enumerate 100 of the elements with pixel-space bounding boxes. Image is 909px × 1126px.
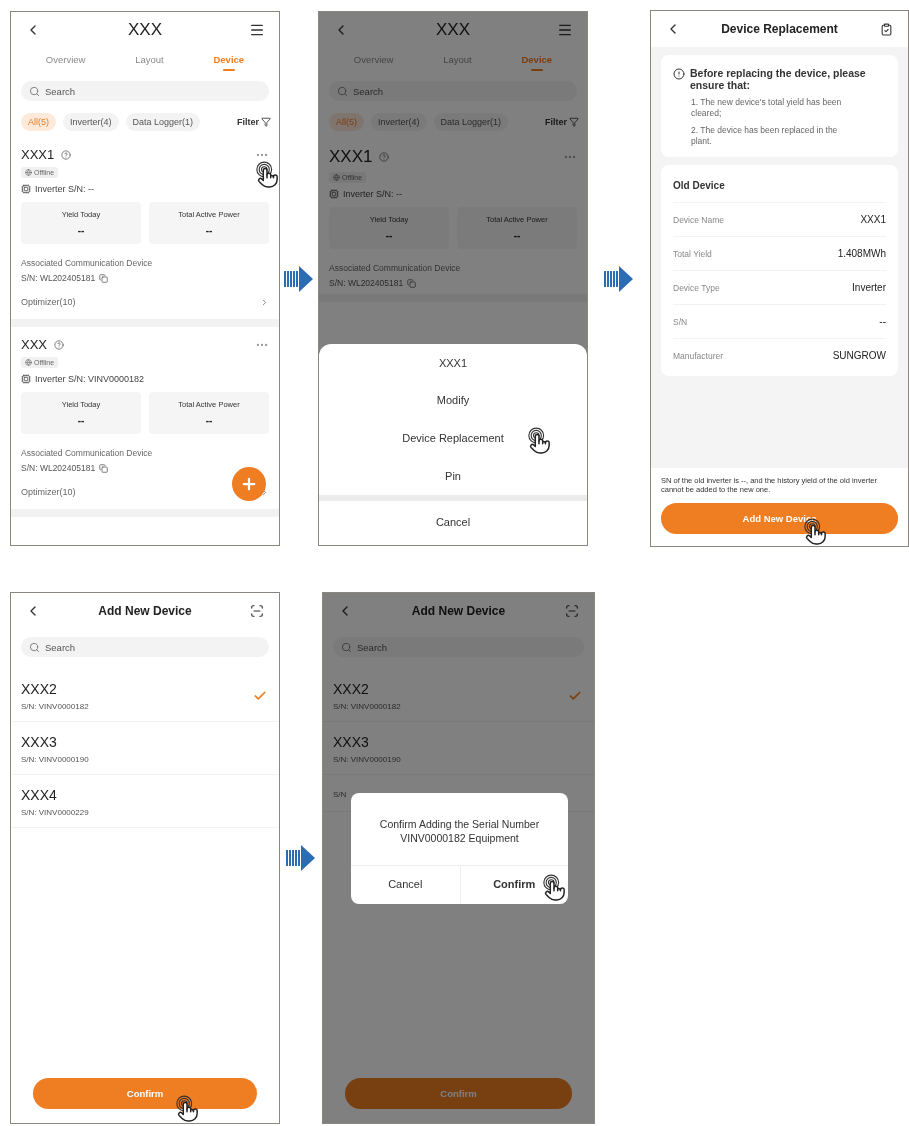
chip-icon [329,189,339,199]
screen-title: Add New Device [97,604,193,618]
menu-icon [557,22,573,38]
search-field[interactable]: Search [329,81,577,101]
filter-button[interactable]: Filter [545,117,579,127]
alert-icon [673,68,685,80]
help-icon [379,152,390,162]
device-serial: S/N: VINV0000190 [333,755,402,764]
search-icon [337,85,348,97]
search-input[interactable]: Search [45,641,261,653]
filter-chip[interactable]: Inverter(4) [63,113,119,131]
screen-title: XXX [435,20,471,40]
scan-icon [250,604,264,618]
comm-device-serial: S/N: WL202405181 [21,273,96,283]
globe-icon [25,169,32,176]
field-label: S/N [673,316,688,327]
copy-icon [407,278,417,288]
globe-icon [333,174,340,181]
metric-value: -- [205,225,213,236]
device-serial: Inverter S/N: VINV0000182 [35,374,145,384]
search-field[interactable]: Search [21,81,269,101]
copy-icon [99,273,109,283]
funnel-icon [569,117,579,127]
check-icon [568,689,582,703]
confirm-button[interactable]: Confirm [33,1078,257,1109]
notice-item: 1. The new device's total yield has been cleared; [691,97,843,120]
field-value: XXX1 [860,214,886,226]
plus-icon [240,475,258,493]
tap-hand-icon [527,427,551,455]
field-label: Device Type [673,282,720,293]
flow-arrow-icon [286,844,316,872]
tab[interactable]: Overview [41,50,90,73]
device-serial: S/N: VINV0000182 [21,702,90,711]
filter-chip[interactable]: All(5) [21,113,56,131]
sheet-title: XXX1 [437,356,469,371]
search-input[interactable]: Search [353,85,569,97]
search-icon [341,641,352,653]
globe-icon [25,359,32,366]
add-new-device-button[interactable]: Add New Device [661,503,898,534]
comm-device-label: Associated Communication Device [329,263,461,273]
tab[interactable]: Layout [439,50,476,73]
field-label: Total Yield [673,248,712,259]
optimizer-row[interactable]: Optimizer(10) [21,473,269,503]
search-input[interactable]: Search [357,641,576,653]
device-serial: Inverter S/N: -- [35,184,94,194]
search-field[interactable]: Search [21,637,269,657]
optimizer-row[interactable]: Optimizer(10) [21,283,269,313]
copy-icon [99,463,109,473]
search-icon [29,85,40,97]
device-serial: S/N: VINV0000190 [21,755,90,764]
screen-title: Add New Device [410,604,507,618]
metric-value: -- [205,415,213,426]
field-value: Inverter [852,282,886,294]
search-field[interactable]: Search [333,637,584,657]
device-serial: S/N: VINV0000229 [21,808,90,817]
flow-arrow-icon [284,264,314,293]
device-serial: S/N: VINV0000182 [333,702,402,711]
screen-title: Device Replacement [720,22,839,36]
comm-device-label: Associated Communication Device [21,448,153,458]
flow-arrow-icon [604,264,634,293]
tab[interactable]: Device [209,50,249,73]
tab[interactable]: Layout [131,50,168,73]
device-name: XXX1 [21,147,55,162]
funnel-icon [261,117,271,127]
comm-device-serial: S/N: WL202405181 [329,278,404,288]
field-value: 1.408MWh [837,248,886,260]
section-heading: Old Device [673,180,725,192]
dialog-button[interactable]: Cancel [351,866,460,905]
chevron-right-icon [260,297,269,307]
notice-heading: Before replacing the device, please ensure that: [690,67,867,91]
filter-chip[interactable]: Inverter(4) [371,113,427,131]
field-value: -- [879,316,886,328]
device-serial: S/N [333,789,348,799]
search-icon [29,641,40,653]
field-value: SUNGROW [832,350,886,362]
device-name: XXX [21,337,47,352]
comm-device-serial: S/N: WL202405181 [21,463,96,473]
chip-icon [21,184,31,194]
notice-item: 2. The device has been replaced in the plant. [691,125,839,148]
device-name: XXX2 [21,681,58,697]
search-input[interactable]: Search [45,85,261,97]
help-icon [61,149,72,160]
screen-title: XXX [127,20,163,40]
device-name: XXX4 [21,787,58,803]
metric-value: -- [513,230,521,241]
device-name: XXX3 [21,734,58,750]
tab[interactable]: Overview [349,50,398,73]
chip-icon [21,374,31,384]
field-label: Device Name [673,214,725,225]
menu-icon [249,22,265,38]
filter-button[interactable]: Filter [237,117,271,127]
filter-chip[interactable]: Data Logger(1) [125,113,201,131]
metric-value: -- [385,230,393,241]
comm-device-label: Associated Communication Device [21,258,153,268]
clipboard-check-icon [879,22,893,36]
help-icon [54,339,64,350]
dialog-message: Confirm Adding the Serial Number VINV0000182 Equipment [378,817,541,847]
filter-chip[interactable]: Data Logger(1) [433,113,509,131]
metric-value: -- [77,225,85,236]
device-name: XXX1 [329,147,373,167]
